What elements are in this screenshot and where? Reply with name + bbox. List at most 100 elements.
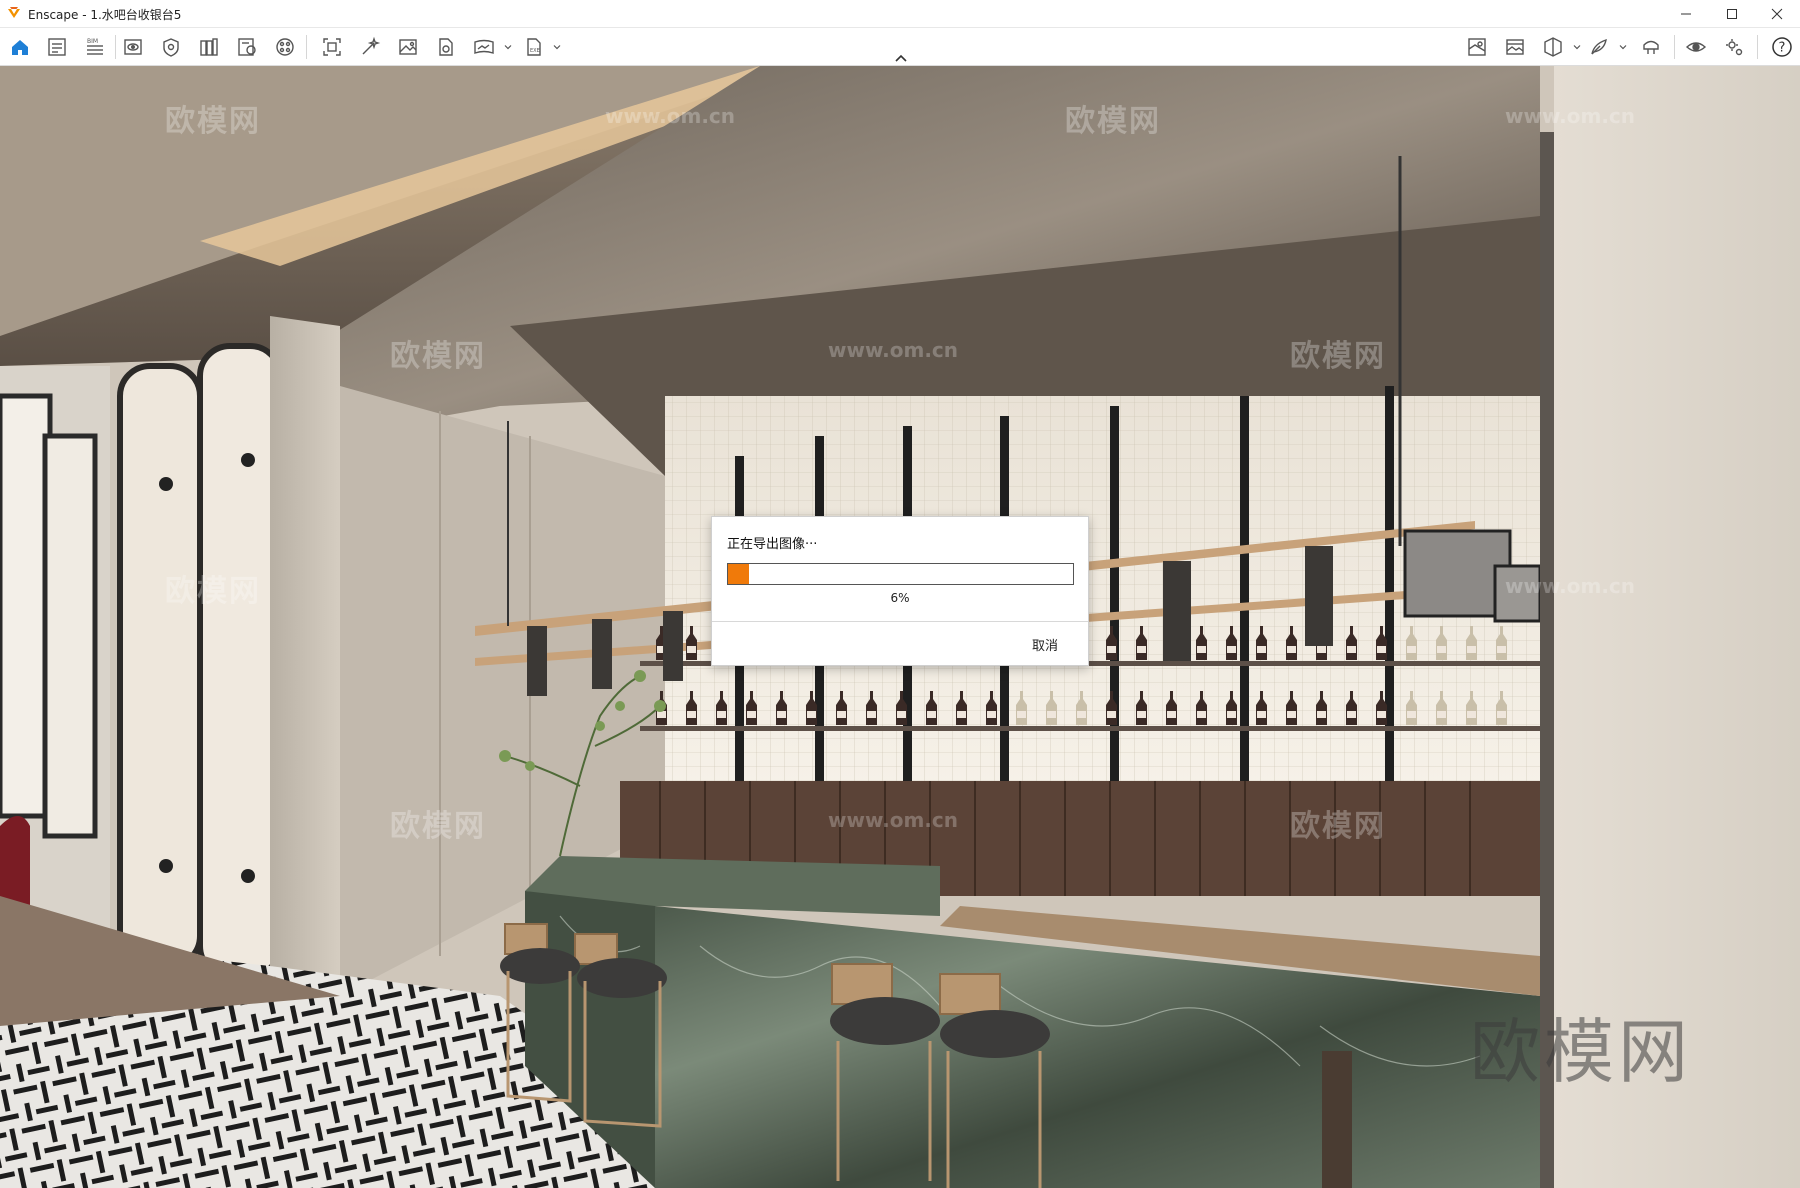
export-button[interactable]: EXE [521,34,547,60]
maximize-icon [1727,9,1737,19]
watermark-text: 欧模网 [390,809,486,844]
asset-library-button[interactable] [272,34,298,60]
progress-bar [727,563,1074,585]
bottle-label [1437,711,1446,718]
bottle-label [1287,646,1296,653]
watermark-url: www.om.cn [605,104,736,128]
bottle-label [837,711,846,718]
close-button[interactable] [1754,0,1800,28]
bottle-label [1047,711,1056,718]
bottle-label [1197,646,1206,653]
watermark-text: 欧模网 [1065,104,1161,139]
bottle-label [1107,646,1116,653]
enscape-logo-icon [8,7,20,18]
svg-text:BIM: BIM [87,38,98,45]
bottle-label [1257,711,1266,718]
bottle-label [1107,711,1116,718]
watermark-text: 欧模网 [165,574,261,609]
bottle-label [717,711,726,718]
bottle-label [1077,711,1086,718]
export-progress-dialog: 正在导出图像··· 6% 取消 [711,516,1089,666]
toolbar-separator [306,35,307,59]
gallery-icon [1506,39,1524,55]
visual-settings-icon [163,38,179,57]
document-button[interactable] [44,34,70,60]
watermark-text: 欧模网 [165,104,261,139]
bottle-label [1017,711,1026,718]
bottle-label [1407,711,1416,718]
toolbar-separator [1757,35,1758,59]
panorama-button[interactable] [471,34,497,60]
vr-headset-button[interactable] [1638,34,1664,60]
help-button[interactable]: ? [1769,34,1795,60]
progress-bar-fill [728,564,749,584]
bottle-label [1347,646,1356,653]
map-button[interactable] [1464,34,1490,60]
panorama-icon [474,39,494,54]
bottle-label [777,711,786,718]
visual-settings-button[interactable] [158,34,184,60]
export-dropdown-chevron-down-icon[interactable] [552,42,562,52]
bottle-label [1137,711,1146,718]
bottle-label [867,711,876,718]
watermark-url: www.om.cn [828,338,959,362]
collapse-toolbar-chevron-up-icon[interactable] [893,52,909,64]
magic-wand-button[interactable] [357,34,383,60]
toolbar-separator [115,35,116,59]
corner-watermark: 欧模网 [1470,1011,1692,1093]
bottle-label [1317,646,1326,653]
watermark-url: www.om.cn [828,808,959,832]
bim-icon: BIM [87,38,103,55]
svg-text:?: ? [1779,41,1786,56]
settings-icon [1726,39,1743,56]
export-icon: EXE [527,38,541,56]
bottle-label [1497,711,1506,718]
svg-text:EXE: EXE [530,48,540,54]
title-bar: Enscape - 1.水吧台收银台5 [0,0,1800,28]
feather-dropdown-chevron-down-icon[interactable] [1618,42,1628,52]
bottle-label [687,646,696,653]
bottle-label [1257,646,1266,653]
gallery-button[interactable] [1502,34,1528,60]
feather-icon [1591,38,1607,55]
bottle-label [1197,711,1206,718]
close-icon [1771,8,1783,20]
vr-headset-icon [1643,40,1659,54]
progress-percent: 6% [890,591,910,605]
minimize-icon [1681,13,1691,15]
watermark-text: 欧模网 [1290,809,1386,844]
watermark-text: 欧模网 [390,339,486,374]
bottle-label [1137,646,1146,653]
bottle-label [1377,711,1386,718]
view-button[interactable] [120,34,146,60]
image-button[interactable] [395,34,421,60]
render-file-button[interactable] [433,34,459,60]
material-editor-icon [238,38,256,56]
magic-wand-icon [362,36,381,55]
cube-button[interactable] [1540,34,1566,60]
maximize-button[interactable] [1709,0,1755,28]
minimize-button[interactable] [1663,0,1709,28]
asset-library-icon [276,38,294,56]
cube-dropdown-chevron-down-icon[interactable] [1572,42,1582,52]
cancel-button[interactable]: 取消 [1032,635,1058,654]
bottle-label [747,711,756,718]
feather-button[interactable] [1586,34,1612,60]
bottle-label [957,711,966,718]
watermark-url: www.om.cn [1505,104,1636,128]
views-library-button[interactable] [196,34,222,60]
eye-button[interactable] [1683,34,1709,60]
document-icon [48,38,66,56]
bottle-label [657,711,666,718]
bottle-label [1377,646,1386,653]
map-icon [1468,38,1486,56]
panorama-dropdown-chevron-down-icon[interactable] [503,42,513,52]
bim-button[interactable]: BIM [82,34,108,60]
view-icon [124,39,142,55]
bottle-label [1467,646,1476,653]
screenshot-button[interactable] [319,34,345,60]
settings-button[interactable] [1721,34,1747,60]
bottle-label [1317,711,1326,718]
home-button[interactable] [7,34,33,60]
material-editor-button[interactable] [234,34,260,60]
